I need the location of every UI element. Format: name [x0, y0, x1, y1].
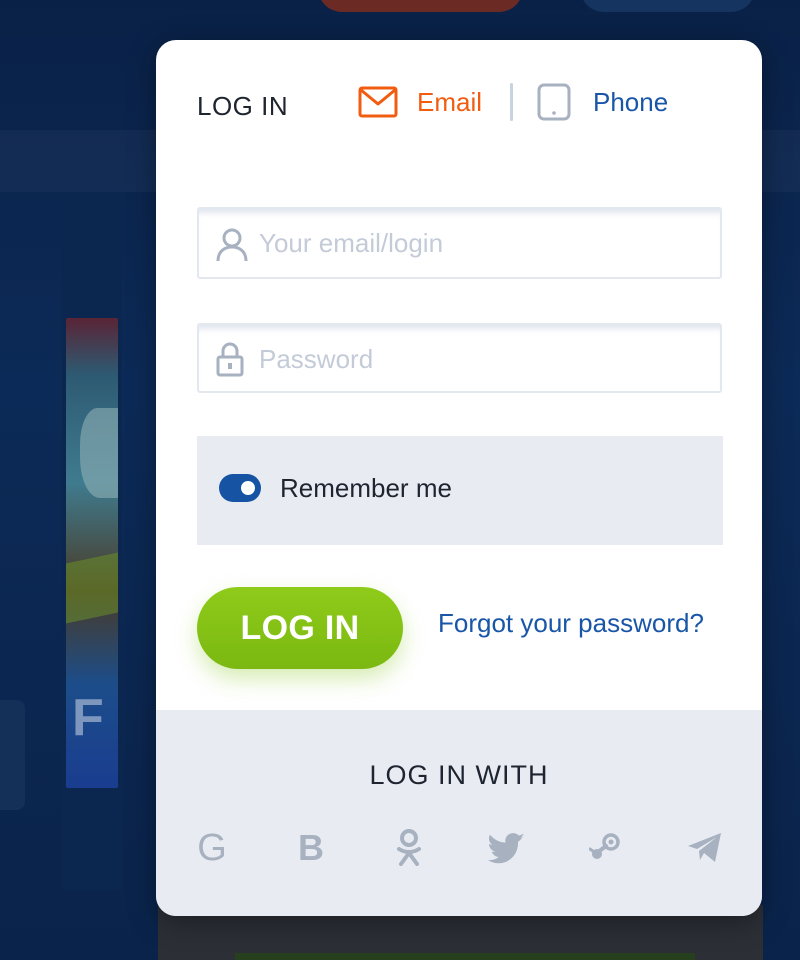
remember-me-label: Remember me — [280, 473, 452, 503]
email-input[interactable] — [259, 209, 709, 277]
tab-phone[interactable]: Phone — [537, 82, 668, 122]
google-icon[interactable]: G — [192, 826, 232, 869]
modal-title: LOG IN — [197, 91, 289, 121]
email-field — [197, 207, 722, 279]
twitter-icon[interactable] — [487, 828, 527, 868]
background-header-button-secondary — [580, 0, 755, 12]
login-button[interactable]: LOG IN — [197, 587, 403, 669]
tab-phone-label: Phone — [593, 86, 669, 117]
b-icon-glyph: B — [298, 827, 324, 868]
password-input[interactable] — [259, 325, 709, 393]
background-card — [0, 700, 25, 810]
steam-icon[interactable] — [586, 828, 626, 868]
artwork-shape — [80, 408, 118, 498]
padlock-icon — [215, 341, 245, 382]
background-game-artwork: F — [66, 318, 118, 788]
tab-email-label: Email — [417, 86, 483, 117]
social-login-section: LOG IN WITH G B — [156, 710, 762, 916]
social-login-title: LOG IN WITH — [369, 760, 549, 790]
user-icon — [215, 227, 249, 268]
remember-me-row: Remember me — [197, 436, 723, 545]
tab-divider — [510, 83, 513, 121]
background-header-button — [318, 0, 523, 12]
mobile-phone-icon — [537, 83, 571, 121]
artwork-shape — [66, 552, 118, 624]
forgot-password-link[interactable]: Forgot your password? — [438, 608, 704, 639]
envelope-icon — [358, 86, 398, 118]
remember-me-toggle[interactable] — [219, 474, 261, 502]
background-footer-accent — [235, 953, 695, 960]
google-icon-glyph: G — [197, 826, 227, 869]
tab-email[interactable]: Email — [358, 82, 482, 122]
toggle-knob — [241, 481, 255, 495]
telegram-icon[interactable] — [685, 828, 725, 868]
b-social-icon[interactable]: B — [291, 827, 331, 868]
password-field — [197, 323, 722, 393]
login-modal: LOG IN Email Phone Your email/login Reme… — [156, 40, 762, 916]
odnoklassniki-icon[interactable] — [389, 828, 429, 868]
artwork-lettering: F — [72, 689, 104, 747]
